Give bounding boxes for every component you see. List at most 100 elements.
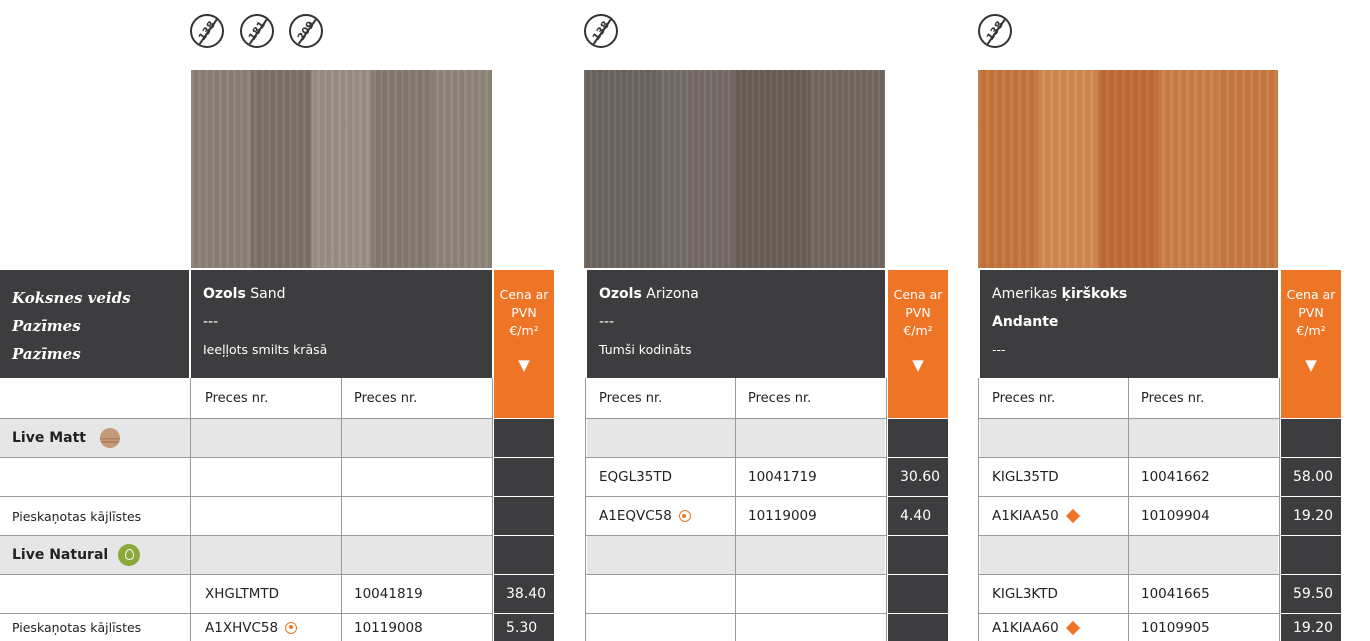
product-code: A1XHVC58 [193,614,341,641]
live-natural-icon [118,544,141,566]
product-name: Ozols [203,286,246,302]
price-label: PVN [511,305,537,320]
product-number: 10119008 [354,619,423,636]
product-feature: --- [203,314,219,330]
code-209-icon: 209 [289,14,323,48]
column-header: Preces nr. [587,378,735,418]
product-code: A1EQVC58 [587,497,735,535]
product-header: Ozols Arizona --- Tumši kodināts [587,270,885,378]
price-value: 59.50 [1281,575,1341,613]
row-label: Pieskaņotas kājlīstes [12,508,142,524]
sort-arrow-icon: ▼ [1305,356,1317,374]
product-feature: --- [599,314,615,330]
row-label [0,575,189,613]
label-features: Pazīmes [12,317,81,335]
row-label [0,458,189,496]
label-features: Pazīmes [12,345,81,363]
product-variant: Arizona [641,286,699,302]
product-code: KIGL3KTD [992,586,1058,602]
diamond-icon [1065,620,1080,635]
price-label: Cena ar [893,287,943,302]
column-header: Preces nr. [980,378,1128,418]
product-name: ķirškoks [1061,286,1128,302]
code-text: A1KIAA60 [992,619,1059,636]
sort-arrow-icon: ▼ [518,356,530,374]
price-cell [1281,536,1341,574]
price-unit: €/m² [509,323,539,338]
code-text: A1XHVC58 [205,619,279,636]
price-header: Cena ar PVN €/m² ▼ [494,270,554,418]
price-value: 19.20 [1281,497,1341,535]
price-cell [494,458,554,496]
product-number: 10041662 [1141,469,1210,485]
product-header: Amerikas ķirškoks Andante --- [980,270,1278,378]
price-cell [494,536,554,574]
price-cell [888,419,948,457]
product-feature: --- [992,342,1006,357]
product-code: EQGL35TD [599,469,672,485]
section-fill [587,536,885,574]
col-divider [585,378,586,641]
price-cell [888,575,948,613]
product-code: KIGL35TD [992,469,1059,485]
wood-sample-image [978,70,1278,268]
product-finish: Tumši kodināts [599,342,692,357]
diamond-icon [1065,508,1080,524]
row-label: Pieskaņotas kājlīstes [12,620,142,635]
section-fill [980,419,1278,457]
price-label: PVN [905,305,931,320]
col-divider [735,378,736,641]
label-wood-type: Koksnes veids [12,289,131,307]
row-divider [0,574,492,575]
row-divider [0,613,492,614]
product-number: 10119009 [748,508,817,524]
col-divider [1128,378,1129,641]
column-header: Preces nr. [1129,378,1279,418]
price-unit: €/m² [1296,323,1326,338]
price-label: Cena ar [499,287,549,302]
price-value: 30.60 [888,458,948,496]
product-number: 10041719 [748,469,817,485]
column-header: Preces nr. [342,378,492,418]
code-138-icon: 138 [190,14,224,48]
price-label: PVN [1298,305,1324,320]
price-value: 4.40 [888,497,948,535]
code-text: A1EQVC58 [599,508,672,524]
product-code: XHGLTMTD [205,586,280,602]
attribute-labels: Koksnes veids Pazīmes Pazīmes [0,270,189,378]
price-cell [494,419,554,457]
column-header: Preces nr. [193,378,341,418]
wood-sample-image [191,70,492,268]
col-divider [978,378,979,641]
product-variant: Andante [992,314,1059,330]
code-138-icon: 138 [978,14,1012,48]
section-live-natural: Live Natural [0,536,492,574]
product-number: 10041665 [1141,586,1210,602]
price-label: Cena ar [1286,287,1336,302]
sort-arrow-icon: ▼ [912,356,924,374]
col-divider [1279,378,1280,641]
product-code: A1KIAA60 [980,614,1128,641]
price-header: Cena ar PVN €/m² ▼ [1281,270,1341,418]
price-cell [888,536,948,574]
product-name: Ozols [599,286,642,302]
row-divider [0,535,492,536]
section-live-matt: Live Matt [0,419,492,457]
product-finish: Ieeļļots smilts krāsā [203,342,328,357]
code-text: A1KIAA50 [992,508,1059,524]
product-origin: Amerikas [992,286,1062,302]
price-value: 58.00 [1281,458,1341,496]
target-icon [678,510,691,522]
section-title: Live Natural [12,547,109,563]
price-value: 5.30 [494,614,554,641]
price-unit: €/m² [903,323,933,338]
product-header: Ozols Sand --- Ieeļļots smilts krāsā [191,270,492,378]
price-value: 19.20 [1281,614,1341,641]
wood-sample-image [584,70,885,268]
price-value: 38.40 [494,575,554,613]
code-138-icon: 138 [584,14,618,48]
price-header: Cena ar PVN €/m² ▼ [888,270,948,418]
price-cell [1281,419,1341,457]
product-code: A1KIAA50 [980,497,1128,535]
price-cell [888,614,948,641]
